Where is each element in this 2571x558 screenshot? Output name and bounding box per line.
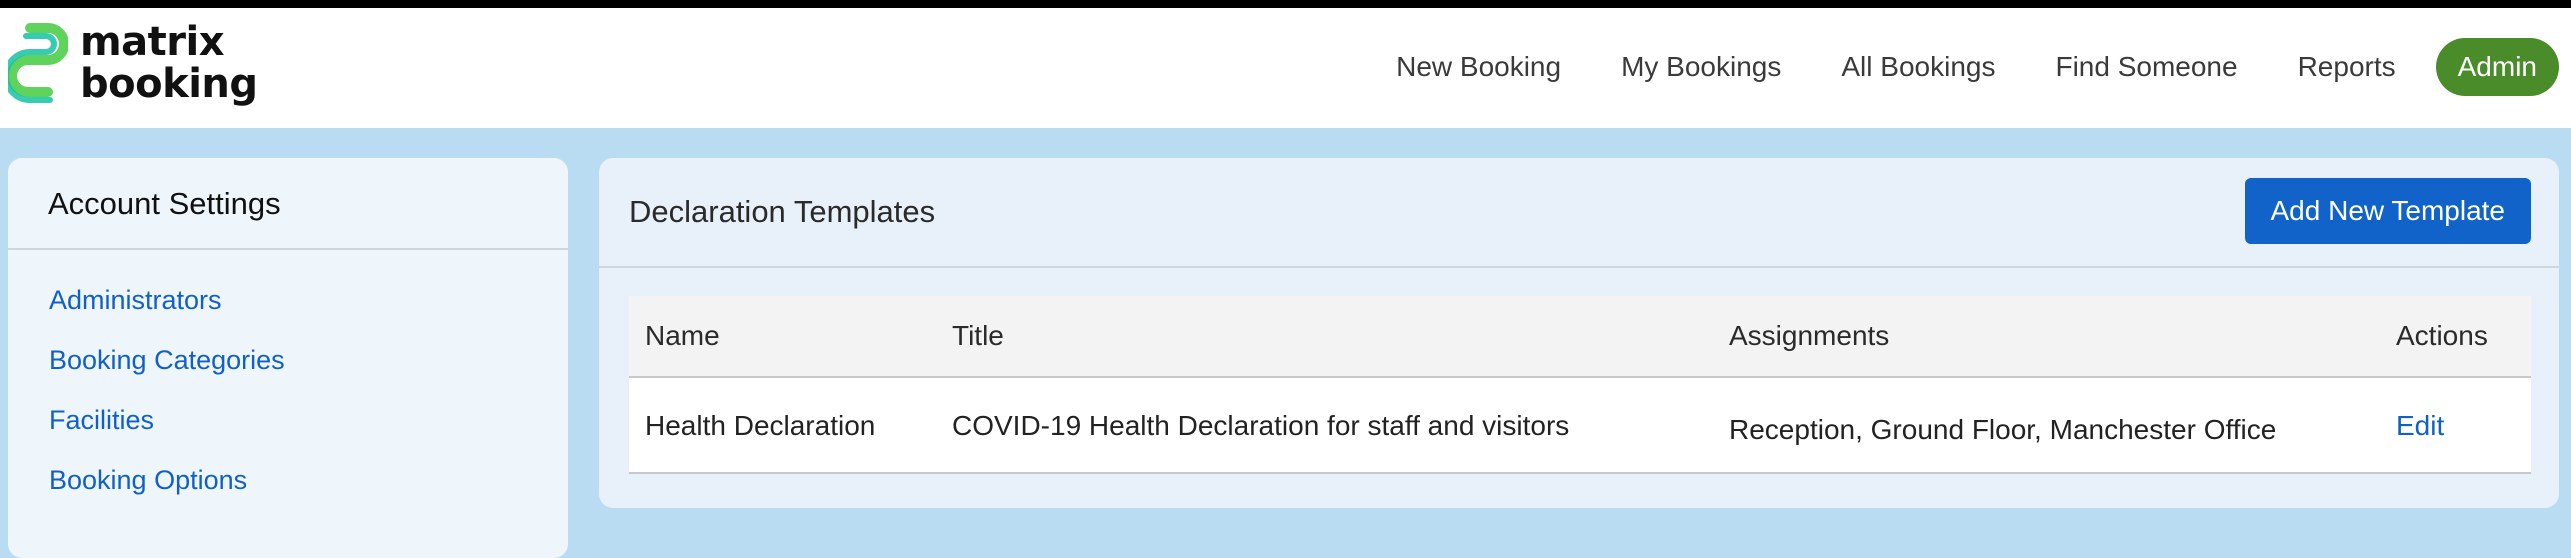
edit-link[interactable]: Edit [2396,410,2444,442]
sidebar-link-facilities[interactable]: Facilities [8,390,568,450]
logo-line-1: matrix [80,19,225,65]
row-title: COVID-19 Health Declaration for staff an… [952,410,1570,441]
nav-find-someone[interactable]: Find Someone [2055,51,2237,83]
nav-all-bookings[interactable]: All Bookings [1841,51,1995,83]
header-assignments: Assignments [1729,320,1890,351]
header-name: Name [645,320,720,351]
nav-reports[interactable]: Reports [2298,51,2396,83]
table-header: Name Title Assignments Actions [629,296,2531,378]
account-settings-sidebar: Account Settings Administrators Booking … [8,158,568,558]
logo-line-2: booking [80,61,258,107]
panel-header: Declaration Templates Add New Template [599,158,2559,268]
logo[interactable]: matrix booking [8,22,258,106]
row-assignments: Reception, Ground Floor, Manchester Offi… [1729,414,2277,445]
sidebar-link-booking-categories[interactable]: Booking Categories [8,330,568,390]
page-title: Declaration Templates [629,194,936,229]
sidebar-links: Administrators Booking Categories Facili… [8,250,568,510]
sidebar-title: Account Settings [8,158,568,250]
row-name: Health Declaration [645,410,876,441]
table-row: Health Declaration COVID-19 Health Decla… [629,378,2531,474]
app-header: matrix booking New Booking My Bookings A… [0,8,2571,128]
header-title: Title [952,320,1004,351]
declaration-templates-panel: Declaration Templates Add New Template N… [599,158,2559,508]
top-border [0,0,2571,8]
templates-table: Name Title Assignments Actions Health De… [629,296,2531,474]
sidebar-link-booking-options[interactable]: Booking Options [8,450,568,510]
main-nav: New Booking My Bookings All Bookings Fin… [1336,38,2559,96]
nav-my-bookings[interactable]: My Bookings [1621,51,1781,83]
nav-new-booking[interactable]: New Booking [1396,51,1561,83]
add-new-template-button[interactable]: Add New Template [2244,178,2531,244]
matrix-logo-icon [8,23,68,103]
nav-admin-button[interactable]: Admin [2435,38,2559,96]
sidebar-link-administrators[interactable]: Administrators [8,270,568,330]
logo-wordmark: matrix booking [80,22,258,106]
header-actions: Actions [2396,320,2488,351]
